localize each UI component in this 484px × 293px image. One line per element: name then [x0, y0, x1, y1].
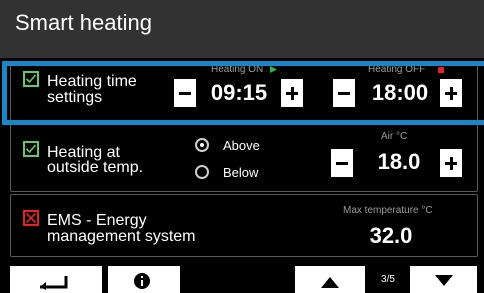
- air-temp-value: 18.0: [377, 149, 421, 174]
- plus-icon: [440, 79, 462, 107]
- heating-off-increase-button[interactable]: [440, 79, 462, 107]
- outside-temp-label-line1: Heating at: [47, 144, 120, 161]
- heating-off-decrease-button[interactable]: [333, 79, 355, 107]
- checkbox-heating-time[interactable]: [23, 71, 39, 87]
- heating-time-label-line1: Heating time: [47, 73, 137, 90]
- ems-label-line1: EMS - Energy: [47, 212, 147, 229]
- radio-above[interactable]: [195, 138, 209, 152]
- heating-on-time: 09:15: [210, 80, 268, 105]
- heating-on-label: Heating ON: [211, 64, 264, 75]
- checkmark-icon: [25, 74, 37, 84]
- air-temp-label: Air °C: [381, 131, 408, 142]
- heating-time-label-line2: settings: [47, 89, 103, 106]
- ems-label-line2: management system: [47, 228, 196, 245]
- heating-on-increase-button[interactable]: [281, 79, 303, 107]
- checkbox-outside-temp[interactable]: [23, 141, 39, 157]
- heating-off-indicator-icon: [438, 67, 444, 73]
- minus-icon: [174, 79, 196, 107]
- return-arrow-icon: [40, 276, 68, 290]
- max-temp-value: 32.0: [369, 223, 413, 248]
- plus-icon: [440, 149, 462, 177]
- checkmark-icon: [25, 144, 37, 154]
- row-heating-time-settings[interactable]: Heating time settings Heating ON 09:15 H…: [10, 61, 478, 123]
- checkbox-ems[interactable]: [23, 210, 39, 226]
- radio-above-label: Above: [223, 138, 260, 153]
- air-temp-decrease-button[interactable]: [331, 149, 353, 177]
- air-temp-increase-button[interactable]: [440, 149, 462, 177]
- max-temp-label: Max temperature °C: [343, 205, 433, 216]
- heating-on-indicator-icon: [270, 66, 277, 73]
- radio-below[interactable]: [195, 165, 209, 179]
- heating-on-decrease-button[interactable]: [174, 79, 196, 107]
- triangle-up-icon: [321, 277, 339, 288]
- info-icon: [134, 273, 150, 289]
- plus-icon: [281, 79, 303, 107]
- heating-off-label: Heating OFF: [368, 64, 426, 75]
- cross-icon: [25, 212, 37, 224]
- back-button[interactable]: [10, 266, 102, 293]
- minus-icon: [333, 79, 355, 107]
- info-button[interactable]: [108, 266, 180, 293]
- page-indicator: 3/5: [368, 266, 408, 293]
- scroll-down-button[interactable]: [410, 266, 477, 293]
- triangle-down-icon: [435, 275, 453, 286]
- title-bar: Smart heating: [0, 0, 484, 58]
- page-title: Smart heating: [15, 10, 152, 35]
- row-heating-outside-temp[interactable]: Heating at outside temp. Above Below Air…: [10, 124, 478, 192]
- scroll-up-button[interactable]: [295, 266, 365, 293]
- outside-temp-label-line2: outside temp.: [47, 159, 144, 176]
- heating-off-time: 18:00: [371, 80, 429, 105]
- minus-icon: [331, 149, 353, 177]
- row-ems[interactable]: EMS - Energy management system Max tempe…: [10, 194, 478, 257]
- radio-below-label: Below: [223, 165, 259, 180]
